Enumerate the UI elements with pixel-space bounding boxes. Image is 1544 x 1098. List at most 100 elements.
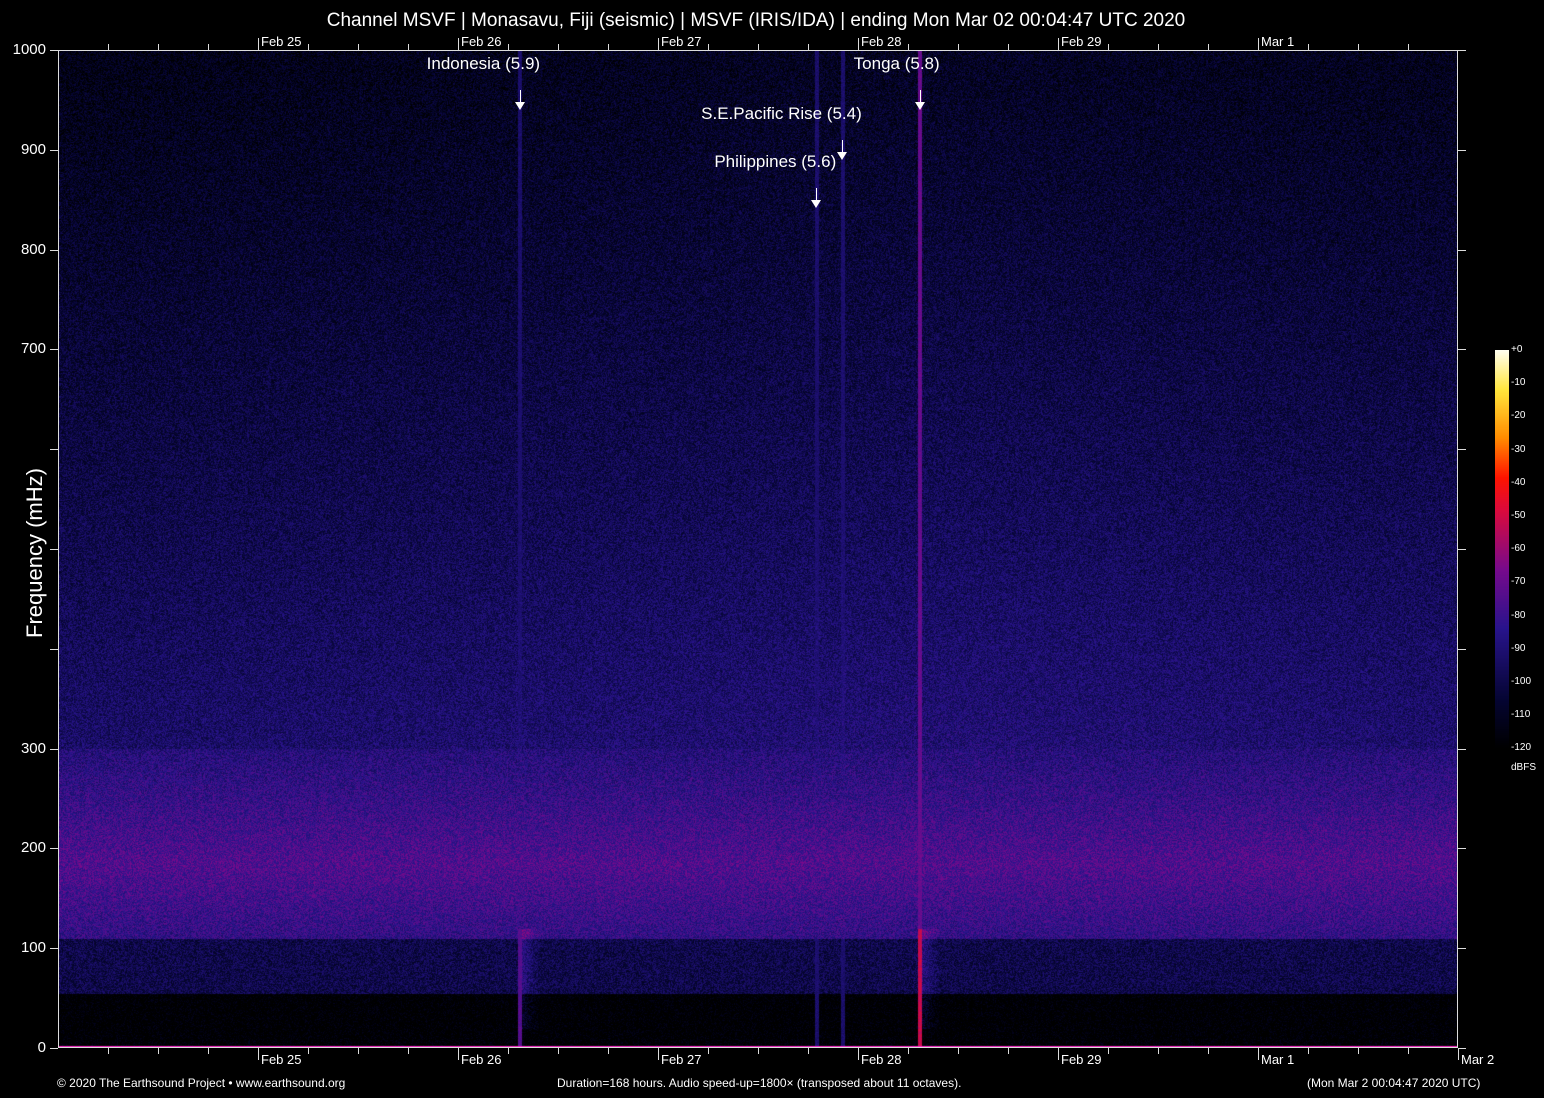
footer-timestamp: (Mon Mar 2 00:04:47 2020 UTC): [1307, 1076, 1480, 1090]
x-tick-top: [958, 44, 959, 50]
x-tick-label: Feb 26: [461, 1052, 501, 1067]
x-tick-top: [808, 44, 809, 50]
x-tick-label: Feb 28: [861, 1052, 901, 1067]
x-tick-top: [508, 44, 509, 50]
annotation-arrow-icon: [515, 102, 525, 110]
annotation-label: Tonga (5.8): [854, 54, 940, 74]
x-tick-top: [208, 44, 209, 50]
annotation-label: S.E.Pacific Rise (5.4): [701, 104, 862, 124]
x-tick: [858, 1048, 859, 1060]
y-tick: [50, 549, 58, 550]
x-tick-top: [658, 38, 659, 50]
x-tick-top: [1308, 44, 1309, 50]
x-tick: [108, 1048, 109, 1054]
x-tick: [1058, 1048, 1059, 1060]
plot-frame: [58, 50, 1458, 1048]
x-tick: [608, 1048, 609, 1054]
x-tick-top: [758, 44, 759, 50]
y-tick-label: 0: [0, 1039, 46, 1056]
colorbar-tick-label: +0: [1511, 344, 1522, 355]
y-tick: [50, 948, 58, 949]
y-tick: [50, 749, 58, 750]
x-tick-top: [258, 38, 259, 50]
x-tick-top: [908, 44, 909, 50]
x-tick-top: [1408, 44, 1409, 50]
x-tick-label: Mar 2: [1461, 1052, 1494, 1067]
colorbar-tick-label: -20: [1511, 410, 1525, 421]
y-tick-label: 100: [0, 939, 46, 956]
x-tick-top: [358, 44, 359, 50]
footer-copyright: © 2020 The Earthsound Project • www.eart…: [57, 1076, 345, 1090]
y-tick: [50, 50, 58, 51]
colorbar-tick-label: -100: [1511, 676, 1531, 687]
x-tick-top: [1008, 44, 1009, 50]
x-tick: [558, 1048, 559, 1054]
x-tick: [1108, 1048, 1109, 1054]
y-tick: [50, 649, 58, 650]
x-tick-label-top: Feb 26: [461, 34, 501, 49]
x-tick-top: [458, 38, 459, 50]
colorbar-tick-label: -30: [1511, 444, 1525, 455]
y-tick-right: [1458, 250, 1466, 251]
x-tick: [658, 1048, 659, 1060]
x-tick-top: [158, 44, 159, 50]
x-tick-top: [558, 44, 559, 50]
x-tick-label-top: Feb 28: [861, 34, 901, 49]
x-tick-label: Mar 1: [1261, 1052, 1294, 1067]
x-tick: [1308, 1048, 1309, 1054]
x-tick-top: [1258, 38, 1259, 50]
x-tick: [1008, 1048, 1009, 1054]
x-tick: [1158, 1048, 1159, 1054]
colorbar-tick-label: -10: [1511, 377, 1525, 388]
x-tick-top: [708, 44, 709, 50]
y-tick-right: [1458, 749, 1466, 750]
annotation-arrow-icon: [811, 200, 821, 208]
x-tick: [158, 1048, 159, 1054]
colorbar-tick-label: -40: [1511, 477, 1525, 488]
x-tick-label: Feb 29: [1061, 1052, 1101, 1067]
x-tick-top: [1108, 44, 1109, 50]
x-tick-top: [858, 38, 859, 50]
x-tick: [1208, 1048, 1209, 1054]
chart-title: Channel MSVF | Monasavu, Fiji (seismic) …: [0, 10, 1512, 32]
x-tick: [958, 1048, 959, 1054]
x-tick-top: [1058, 38, 1059, 50]
y-tick-label: 800: [0, 241, 46, 258]
y-tick-label: 300: [0, 740, 46, 757]
annotation-label: Indonesia (5.9): [427, 54, 540, 74]
annotation-arrow-icon: [837, 152, 847, 160]
annotation-label: Philippines (5.6): [714, 152, 836, 172]
colorbar-label: dBFS: [1511, 762, 1536, 773]
x-tick: [508, 1048, 509, 1054]
x-tick: [1258, 1048, 1259, 1060]
x-tick: [308, 1048, 309, 1054]
y-tick-right: [1458, 150, 1466, 151]
colorbar-tick-label: -50: [1511, 510, 1525, 521]
y-tick-right: [1458, 449, 1466, 450]
x-tick-top: [1208, 44, 1209, 50]
x-tick-top: [1358, 44, 1359, 50]
y-tick-right: [1458, 349, 1466, 350]
annotation-arrow-icon: [915, 102, 925, 110]
colorbar-tick-label: -90: [1511, 643, 1525, 654]
x-tick-top: [1158, 44, 1159, 50]
x-tick-top: [608, 44, 609, 50]
colorbar: [1495, 350, 1509, 748]
x-tick-top: [108, 44, 109, 50]
y-tick: [50, 150, 58, 151]
x-tick: [208, 1048, 209, 1054]
x-tick: [908, 1048, 909, 1054]
x-tick-label-top: Feb 25: [261, 34, 301, 49]
x-tick: [258, 1048, 259, 1060]
x-tick: [758, 1048, 759, 1054]
y-tick-right: [1458, 948, 1466, 949]
colorbar-tick-label: -120: [1511, 742, 1531, 753]
y-tick-label: 200: [0, 839, 46, 856]
y-tick-right: [1458, 848, 1466, 849]
x-tick-label-top: Feb 27: [661, 34, 701, 49]
footer-duration: Duration=168 hours. Audio speed-up=1800×…: [557, 1076, 961, 1090]
x-tick-label: Feb 27: [661, 1052, 701, 1067]
x-tick-top: [408, 44, 409, 50]
colorbar-tick-label: -80: [1511, 610, 1525, 621]
y-tick: [50, 349, 58, 350]
